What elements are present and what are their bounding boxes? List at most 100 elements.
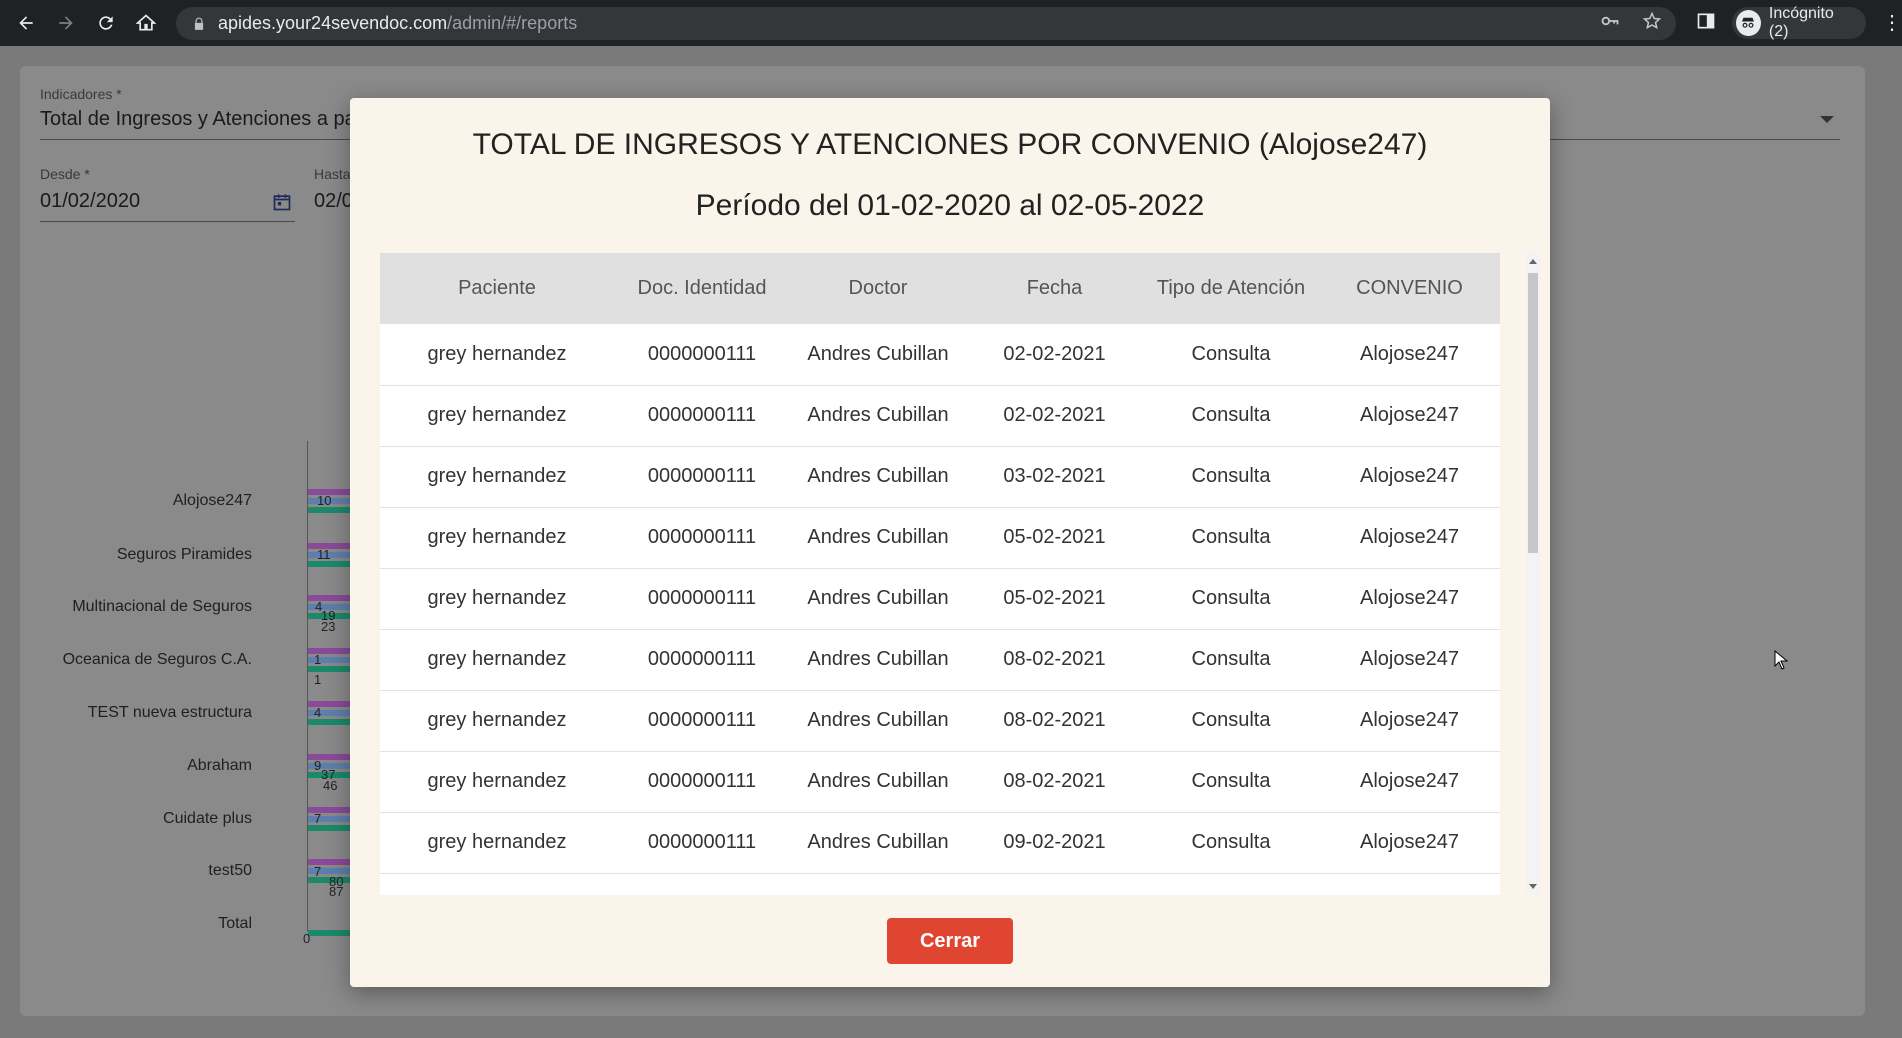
table-cell: Andres Cubillan <box>807 709 949 731</box>
table-cell: 09-02-2021 <box>1003 831 1106 853</box>
chart-value-label: 4 <box>314 705 322 720</box>
table-cell: 0000000111 <box>647 648 757 670</box>
incognito-icon <box>1736 10 1761 36</box>
table-cell: grey hernandez <box>427 709 567 731</box>
table-cell: Andres Cubillan <box>807 342 949 365</box>
profile-label: Incógnito (2) <box>1768 5 1834 40</box>
table-cell: Andres Cubillan <box>807 404 949 426</box>
column-header: Fecha <box>1026 277 1083 299</box>
calendar-icon[interactable] <box>272 192 292 217</box>
table-cell: 0000000111 <box>647 404 757 426</box>
table-cell: grey hernandez <box>427 465 567 487</box>
menu-kebab-icon[interactable]: ⋮ <box>1882 13 1902 33</box>
table-row: grey hernandez 0000000111 Andres Cubillan 0… <box>380 446 1500 507</box>
incognito-profile-button[interactable]: Incógnito (2) <box>1732 5 1866 40</box>
scroll-down-arrow-icon[interactable] <box>1529 884 1537 889</box>
table-header-row: Paciente Doc. Identidad Doctor Fecha Tipo de… <box>380 253 1500 324</box>
mouse-cursor-icon <box>1774 649 1789 675</box>
chart-category-label: Total <box>218 915 252 932</box>
address-bar[interactable]: apides.your24sevendoc.com/admin/#/report… <box>176 7 1676 40</box>
table-row: grey hernandez 0000000111 Andres Cubillan 0… <box>380 324 1500 385</box>
lock-icon <box>192 17 206 31</box>
chart-value-label: 11 <box>317 547 331 562</box>
url-host: apides.your24sevendoc.com <box>218 13 448 33</box>
chart-category-label: Abraham <box>187 757 252 774</box>
table-cell: 0000000111 <box>647 770 757 792</box>
table-cell: Alojose247 <box>1360 342 1459 365</box>
chart-value-label: 10 <box>317 493 332 508</box>
table-cell: 05-02-2021 <box>1003 526 1106 548</box>
chart-value-label: 7 <box>314 864 322 879</box>
bookmark-star-icon[interactable] <box>1642 11 1662 36</box>
to-date-input[interactable]: 02/0 <box>314 190 353 213</box>
indicator-select[interactable]: Total de Ingresos y Atenciones a pa <box>40 108 356 131</box>
table-cell: Consulta <box>1191 770 1271 792</box>
table-cell: grey hernandez <box>427 587 567 609</box>
table-cell: 02-02-2021 <box>1003 342 1106 365</box>
table-cell: Andres Cubillan <box>807 648 949 670</box>
from-date-input[interactable]: 01/02/2020 <box>40 190 140 213</box>
x-tick-label: 0 <box>303 931 311 946</box>
column-header: Paciente <box>458 277 536 299</box>
table-cell: 0000000111 <box>647 587 757 609</box>
table-cell: 08-02-2021 <box>1003 709 1106 731</box>
table-cell: Alojose247 <box>1360 770 1459 792</box>
dropdown-arrow-icon[interactable] <box>1820 116 1834 123</box>
key-icon[interactable] <box>1600 11 1620 36</box>
chart-category-label: Cuidate plus <box>163 810 252 827</box>
scroll-up-arrow-icon[interactable] <box>1529 259 1537 264</box>
table-cell: Alojose247 <box>1360 465 1459 487</box>
chart-value-label: 7 <box>314 811 322 826</box>
chart-value-label: 1 <box>314 652 322 667</box>
chart-value-label: 46 <box>323 778 338 793</box>
table-cell: 03-02-2021 <box>1003 465 1106 487</box>
table-cell: Consulta <box>1191 587 1271 609</box>
table-scrollbar[interactable] <box>1526 253 1540 895</box>
table-cell: 08-02-2021 <box>1003 648 1106 670</box>
scrollbar-thumb[interactable] <box>1528 273 1538 553</box>
table-row: grey hernandez 0000000111 Andres Cubillan 0… <box>380 690 1500 751</box>
table-row: grey hernandez 0000000111 Andres Cubillan 0… <box>380 568 1500 629</box>
chart-value-label: 87 <box>329 884 344 899</box>
column-header: CONVENIO <box>1356 277 1463 299</box>
back-arrow-icon[interactable] <box>6 0 46 46</box>
to-date-label: Hasta <box>314 166 351 182</box>
report-table: Paciente Doc. Identidad Doctor Fecha Tipo de… <box>380 253 1500 874</box>
close-button[interactable]: Cerrar <box>887 918 1013 964</box>
table-cell: Alojose247 <box>1360 831 1459 853</box>
table-cell: Consulta <box>1191 404 1271 426</box>
table-cell: grey hernandez <box>427 648 567 670</box>
chart-category-label: Multinacional de Seguros <box>72 598 252 615</box>
table-cell: Andres Cubillan <box>807 465 949 487</box>
chart-category-label: Seguros Piramides <box>116 546 252 563</box>
table-cell: Alojose247 <box>1360 404 1459 426</box>
chart-value-label: 23 <box>321 619 336 634</box>
table-cell: 08-02-2021 <box>1003 770 1106 792</box>
from-date-label: Desde * <box>40 166 90 182</box>
table-cell: Consulta <box>1191 831 1271 853</box>
table-cell: Consulta <box>1191 709 1271 731</box>
table-cell: 0000000111 <box>647 831 757 853</box>
report-table-container[interactable]: Paciente Doc. Identidad Doctor Fecha Tipo de… <box>380 253 1500 895</box>
table-cell: Consulta <box>1191 648 1271 670</box>
table-cell: Andres Cubillan <box>807 831 949 853</box>
table-cell: grey hernandez <box>427 404 567 426</box>
chart-category-label: TEST nueva estructura <box>87 704 252 721</box>
table-row: grey hernandez 0000000111 Andres Cubillan 0… <box>380 385 1500 446</box>
indicator-label: Indicadores * <box>40 86 122 102</box>
table-row: grey hernandez 0000000111 Andres Cubillan 0… <box>380 507 1500 568</box>
table-cell: Consulta <box>1191 526 1271 548</box>
table-cell: Consulta <box>1191 465 1271 487</box>
table-cell: grey hernandez <box>427 342 567 365</box>
reload-icon[interactable] <box>86 0 126 46</box>
table-cell: 0000000111 <box>647 465 757 487</box>
home-icon[interactable] <box>126 0 166 46</box>
table-cell: 02-02-2021 <box>1003 404 1106 426</box>
table-cell: Andres Cubillan <box>807 526 949 548</box>
chart-bar <box>308 930 350 936</box>
table-row: grey hernandez 0000000111 Andres Cubillan 0… <box>380 751 1500 812</box>
side-panel-icon[interactable] <box>1696 11 1716 36</box>
forward-arrow-icon[interactable] <box>46 0 86 46</box>
table-cell: Andres Cubillan <box>807 770 949 792</box>
table-cell: Andres Cubillan <box>807 587 949 609</box>
